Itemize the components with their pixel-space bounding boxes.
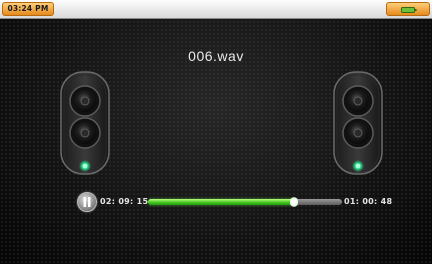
battery-icon	[401, 7, 417, 13]
right-speaker-icon	[333, 71, 383, 175]
elapsed-time: 02: 09: 15	[100, 197, 149, 206]
left-speaker-icon	[60, 71, 110, 175]
pause-button[interactable]	[77, 192, 97, 212]
clock: 03:24 PM	[2, 2, 54, 16]
music-player-screen: 03:24 PM 006.wav 02: 09: 15 01: 00: 48	[0, 0, 432, 264]
pause-icon	[83, 197, 91, 207]
track-title: 006.wav	[188, 48, 244, 64]
battery-indicator	[386, 2, 430, 16]
playback-controls: 02: 09: 15 01: 00: 48	[0, 191, 432, 217]
progress-handle[interactable]	[289, 197, 298, 207]
status-bar: 03:24 PM	[0, 0, 432, 19]
progress-bar[interactable]	[148, 197, 342, 207]
progress-fill	[148, 199, 294, 205]
remaining-time: 01: 00: 48	[344, 197, 393, 206]
